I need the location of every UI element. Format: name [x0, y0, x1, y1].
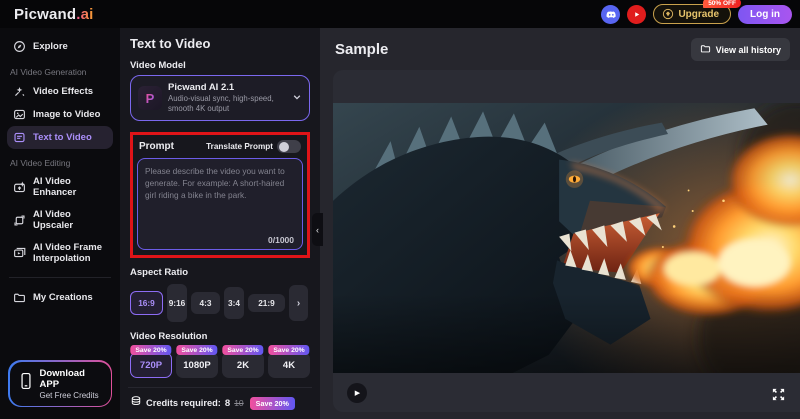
fullscreen-button[interactable] [771, 387, 786, 402]
logo-text: Picwand [14, 6, 76, 23]
discount-badge: 50% OFF [703, 0, 741, 8]
section-ai-video-generation: AI Video Generation [10, 67, 110, 77]
translate-prompt-toggle[interactable] [277, 140, 301, 153]
prompt-section-highlight: Prompt Translate Prompt 0/1000 [130, 132, 310, 258]
character-counter: 0/1000 [268, 235, 294, 245]
resolution-options: Save 20% 720P Save 20% 1080P Save 20% 2K… [130, 352, 310, 378]
credits-original: 10 [234, 398, 243, 408]
sidebar-item-label: My Creations [33, 292, 93, 303]
aspect-more-button[interactable]: › [289, 285, 308, 321]
credits-current: 8 [225, 398, 230, 409]
text-to-video-panel: Text to Video Video Model P Picwand AI 2… [120, 28, 320, 419]
play-button[interactable]: ▶ [347, 383, 367, 403]
resolution-4k[interactable]: 4K [268, 352, 310, 378]
history-label: View all history [716, 45, 781, 55]
top-bar: Picwand.ai Upgrade 50% OFF Log in [0, 0, 800, 28]
sidebar: Explore AI Video Generation Video Effect… [0, 28, 120, 419]
chevron-left-icon: ‹ [316, 225, 319, 235]
save-badge: Save 20% [176, 345, 217, 355]
sidebar-item-label: Image to Video [33, 109, 100, 120]
aspect-option-21-9[interactable]: 21:9 [248, 294, 285, 312]
sidebar-item-video-effects[interactable]: Video Effects [7, 80, 113, 103]
sidebar-item-text-to-video[interactable]: Text to Video [7, 126, 113, 149]
model-description: Audio-visual sync, high-speed, smooth 4K… [168, 94, 286, 114]
sidebar-item-image-to-video[interactable]: Image to Video [7, 103, 113, 126]
divider [128, 387, 312, 388]
folder-icon [13, 291, 26, 304]
resolution-720p[interactable]: 720P [130, 352, 172, 378]
sidebar-item-label: AI Video Frame Interpolation [33, 242, 107, 265]
gem-icon [662, 8, 674, 20]
model-name: Picwand AI 2.1 [168, 82, 286, 93]
magic-effects-icon [13, 85, 26, 98]
download-app-subtitle: Get Free Credits [40, 391, 102, 400]
sidebar-item-explore[interactable]: Explore [7, 35, 113, 58]
video-upscaler-icon [13, 214, 26, 227]
text-document-icon [13, 131, 26, 144]
save-badge: Save 20% [268, 345, 309, 355]
prompt-label: Prompt [139, 141, 174, 152]
section-ai-video-editing: AI Video Editing [10, 158, 110, 168]
sidebar-item-ai-video-enhancer[interactable]: AI Video Enhancer [7, 171, 113, 204]
fullscreen-icon [771, 387, 786, 402]
phone-icon [19, 372, 33, 395]
sidebar-item-ai-video-frame-interpolation[interactable]: AI Video Frame Interpolation [7, 237, 113, 270]
history-folder-icon [700, 43, 711, 56]
download-app-button[interactable]: Download APP Get Free Credits [8, 360, 112, 407]
view-all-history-button[interactable]: View all history [691, 38, 790, 61]
sidebar-divider [9, 277, 111, 278]
preview-title: Sample [335, 41, 388, 58]
sidebar-item-label: AI Video Upscaler [33, 209, 107, 232]
preview-panel: Sample View all history [320, 28, 800, 419]
upgrade-label: Upgrade [678, 9, 719, 20]
video-enhancer-icon [13, 181, 26, 194]
sidebar-item-label: Text to Video [33, 132, 92, 143]
aspect-option-4-3[interactable]: 4:3 [191, 292, 220, 314]
aspect-option-3-4[interactable]: 3:4 [224, 287, 244, 319]
compass-icon [13, 40, 26, 53]
sample-video-image [333, 103, 800, 373]
video-player: ▶ [333, 70, 800, 412]
chevron-right-icon: › [297, 298, 300, 309]
video-resolution-label: Video Resolution [130, 331, 310, 342]
aspect-ratio-options: 16:9 9:16 4:3 3:4 21:9 › [130, 282, 310, 324]
app-logo[interactable]: Picwand.ai [14, 6, 94, 23]
sidebar-item-label: Explore [33, 41, 68, 52]
dragon-illustration [333, 103, 800, 373]
credits-info: Credits required: 8 10 Save 20% [130, 394, 310, 412]
app-window: Picwand.ai Upgrade 50% OFF Log in Explor… [0, 0, 800, 419]
coins-icon [130, 394, 142, 412]
resolution-1080p[interactable]: 1080P [176, 352, 218, 378]
play-icon: ▶ [355, 389, 360, 397]
video-model-label: Video Model [130, 60, 310, 71]
credits-save-badge: Save 20% [250, 397, 295, 410]
sidebar-item-label: AI Video Enhancer [33, 176, 107, 199]
sidebar-item-ai-video-upscaler[interactable]: AI Video Upscaler [7, 204, 113, 237]
sidebar-item-my-creations[interactable]: My Creations [7, 286, 113, 309]
save-badge: Save 20% [222, 345, 263, 355]
panel-title: Text to Video [130, 36, 310, 51]
download-app-title: Download APP [40, 368, 102, 390]
save-badge: Save 20% [130, 345, 171, 355]
translate-prompt-label: Translate Prompt [206, 142, 273, 151]
credits-label: Credits required: [146, 398, 221, 408]
sidebar-item-label: Video Effects [33, 86, 93, 97]
image-icon [13, 108, 26, 121]
login-button[interactable]: Log in [738, 5, 792, 24]
video-model-selector[interactable]: P Picwand AI 2.1 Audio-visual sync, high… [130, 75, 310, 121]
aspect-option-16-9[interactable]: 16:9 [130, 291, 163, 315]
logo-suffix: .ai [76, 6, 93, 23]
discord-icon[interactable] [601, 5, 620, 24]
youtube-icon[interactable] [627, 5, 646, 24]
frame-interpolation-icon [13, 246, 26, 259]
aspect-ratio-label: Aspect Ratio [130, 267, 310, 278]
aspect-option-9-16[interactable]: 9:16 [167, 284, 187, 322]
panel-collapse-handle[interactable]: ‹ [312, 213, 323, 246]
resolution-2k[interactable]: 2K [222, 352, 264, 378]
model-logo: P [138, 86, 162, 110]
chevron-down-icon [292, 92, 302, 105]
